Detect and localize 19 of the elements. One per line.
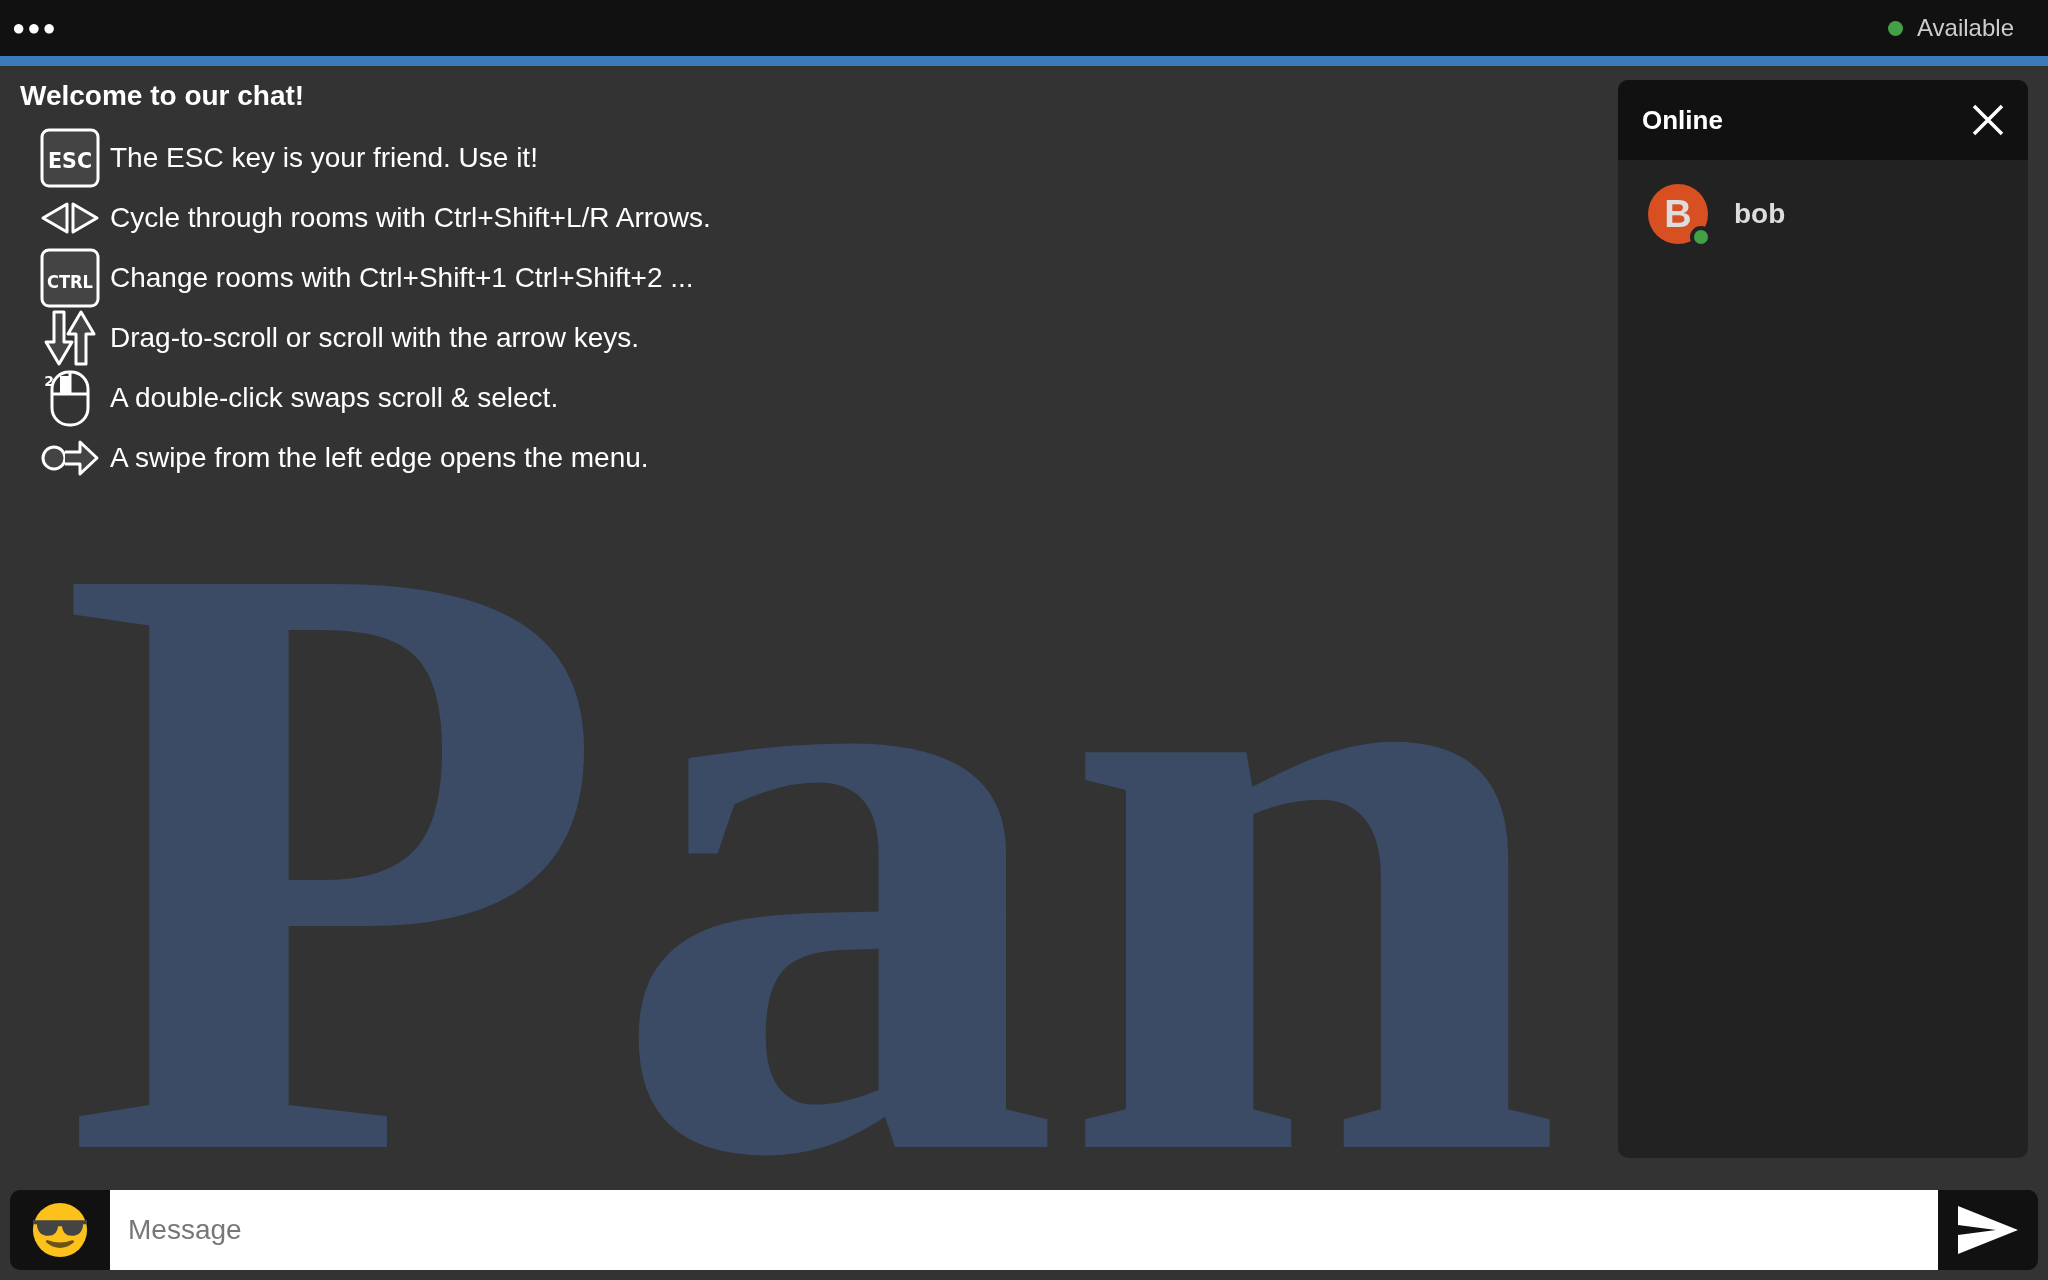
tip-text: The ESC key is your friend. Use it! [110, 142, 538, 174]
tip-text: Drag-to-scroll or scroll with the arrow keys. [110, 322, 640, 354]
tip-text: A double-click swaps scroll & select. [110, 382, 559, 414]
status-label[interactable]: Available [1917, 14, 2014, 42]
sunglasses-face-icon [31, 1201, 89, 1259]
tip-text: A swipe from the left edge opens the menu. [110, 442, 649, 474]
menu-button[interactable]: ●●● [12, 15, 58, 41]
welcome-heading: Welcome to our chat! [20, 80, 306, 112]
tip-text: Change rooms with Ctrl+Shift+1 Ctrl+Shift+2 ... [110, 262, 694, 294]
emoji-button[interactable] [10, 1190, 110, 1270]
keyboard-key-icon: ESC [40, 128, 100, 188]
send-icon [1956, 1204, 2020, 1256]
message-input[interactable]: Message [110, 1190, 1938, 1270]
keyboard-key-icon: CTRL [40, 248, 100, 308]
close-icon[interactable] [1972, 104, 2004, 136]
panel-title: Online [1642, 104, 1723, 136]
send-button[interactable] [1938, 1190, 2038, 1270]
tip-text: Cycle through rooms with Ctrl+Shift+L/R Arrows. [110, 202, 711, 234]
user-name[interactable]: bob [1734, 198, 1786, 230]
